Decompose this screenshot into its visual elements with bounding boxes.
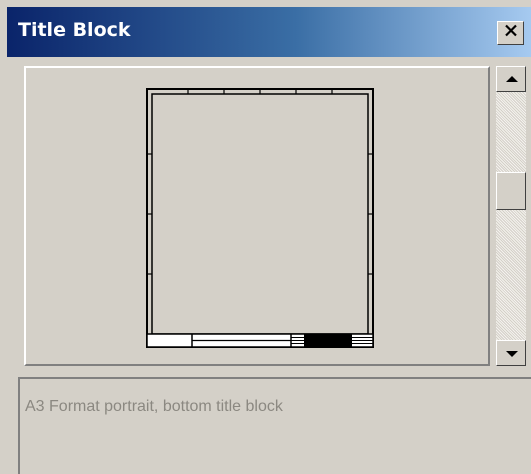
preview-scrollbar[interactable]: [496, 66, 526, 366]
close-button[interactable]: [497, 21, 524, 45]
title-bar[interactable]: Title Block: [7, 7, 531, 57]
scroll-up-button[interactable]: [496, 66, 526, 92]
title-block-dialog: Title Block A3 Format portrait, bottom t…: [0, 0, 531, 474]
scroll-down-button[interactable]: [496, 340, 526, 366]
arrow-down-icon: [506, 351, 518, 357]
sheet-preview-icon: [146, 88, 374, 348]
template-description: A3 Format portrait, bottom title block: [25, 398, 283, 415]
template-description-box: A3 Format portrait, bottom title block: [18, 377, 531, 474]
close-icon: [504, 24, 518, 42]
title-block-preview: [24, 66, 490, 366]
scrollbar-thumb[interactable]: [496, 172, 526, 210]
window-title: Title Block: [18, 19, 131, 41]
arrow-up-icon: [506, 76, 518, 82]
